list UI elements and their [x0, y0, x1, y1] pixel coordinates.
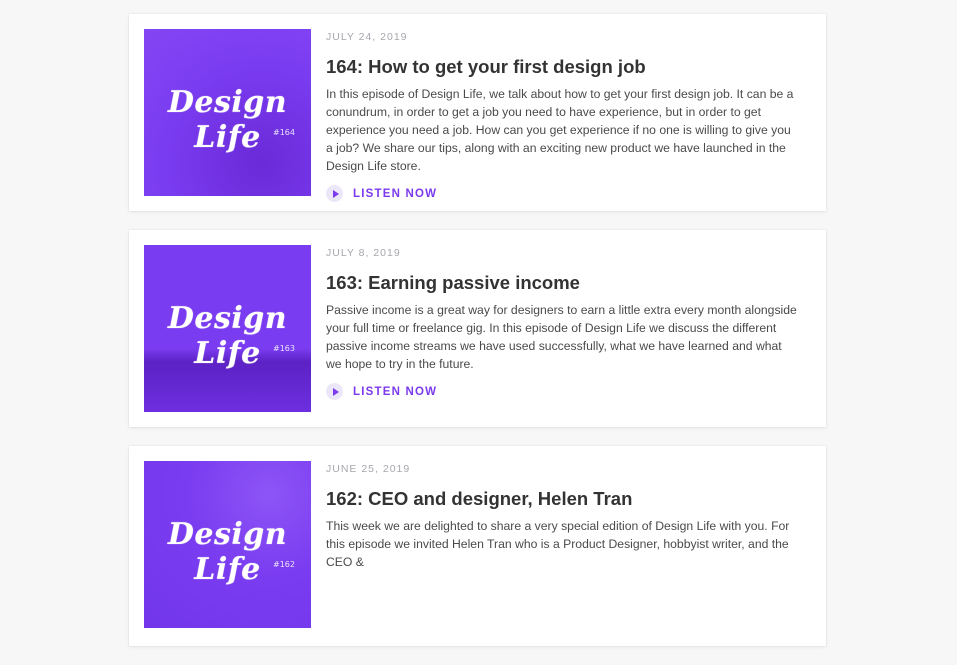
listen-now-button[interactable]: LISTEN NOW — [326, 185, 456, 202]
listen-now-button[interactable]: LISTEN NOW — [326, 383, 456, 400]
episode-description: Passive income is a great way for design… — [326, 303, 797, 371]
listen-now-label: LISTEN NOW — [353, 385, 438, 398]
episode-title[interactable]: 162: CEO and designer, Helen Tran — [326, 488, 798, 510]
episode-cover[interactable]: Design Life #164 — [144, 29, 311, 196]
cover-number: #164 — [273, 128, 295, 137]
play-icon — [326, 383, 343, 400]
cover-logo: Design Life — [167, 517, 288, 587]
play-icon — [326, 185, 343, 202]
episode-card: Design Life #163 JULY 8, 2019 163: Earni… — [129, 230, 826, 427]
episode-cover[interactable]: Design Life #163 — [144, 245, 311, 412]
cover-logo: Design Life — [167, 85, 288, 155]
episode-date: JULY 8, 2019 — [326, 247, 401, 259]
episode-title[interactable]: 163: Earning passive income — [326, 272, 798, 294]
cover-number: #162 — [273, 560, 295, 569]
episode-description: In this episode of Design Life, we talk … — [326, 87, 794, 173]
episode-title[interactable]: 164: How to get your first design job — [326, 56, 798, 78]
episode-list: Design Life #164 JULY 24, 2019 164: How … — [129, 14, 826, 665]
episode-date: JUNE 25, 2019 — [326, 463, 411, 475]
episode-card: Design Life #164 JULY 24, 2019 164: How … — [129, 14, 826, 211]
cover-number: #163 — [273, 344, 295, 353]
cover-logo: Design Life — [167, 301, 288, 371]
episode-cover[interactable]: Design Life #162 — [144, 461, 311, 628]
episode-date: JULY 24, 2019 — [326, 31, 408, 43]
listen-now-label: LISTEN NOW — [353, 187, 438, 200]
episode-card: Design Life #162 JUNE 25, 2019 162: CEO … — [129, 446, 826, 646]
episode-description: This week we are delighted to share a ve… — [326, 519, 790, 569]
